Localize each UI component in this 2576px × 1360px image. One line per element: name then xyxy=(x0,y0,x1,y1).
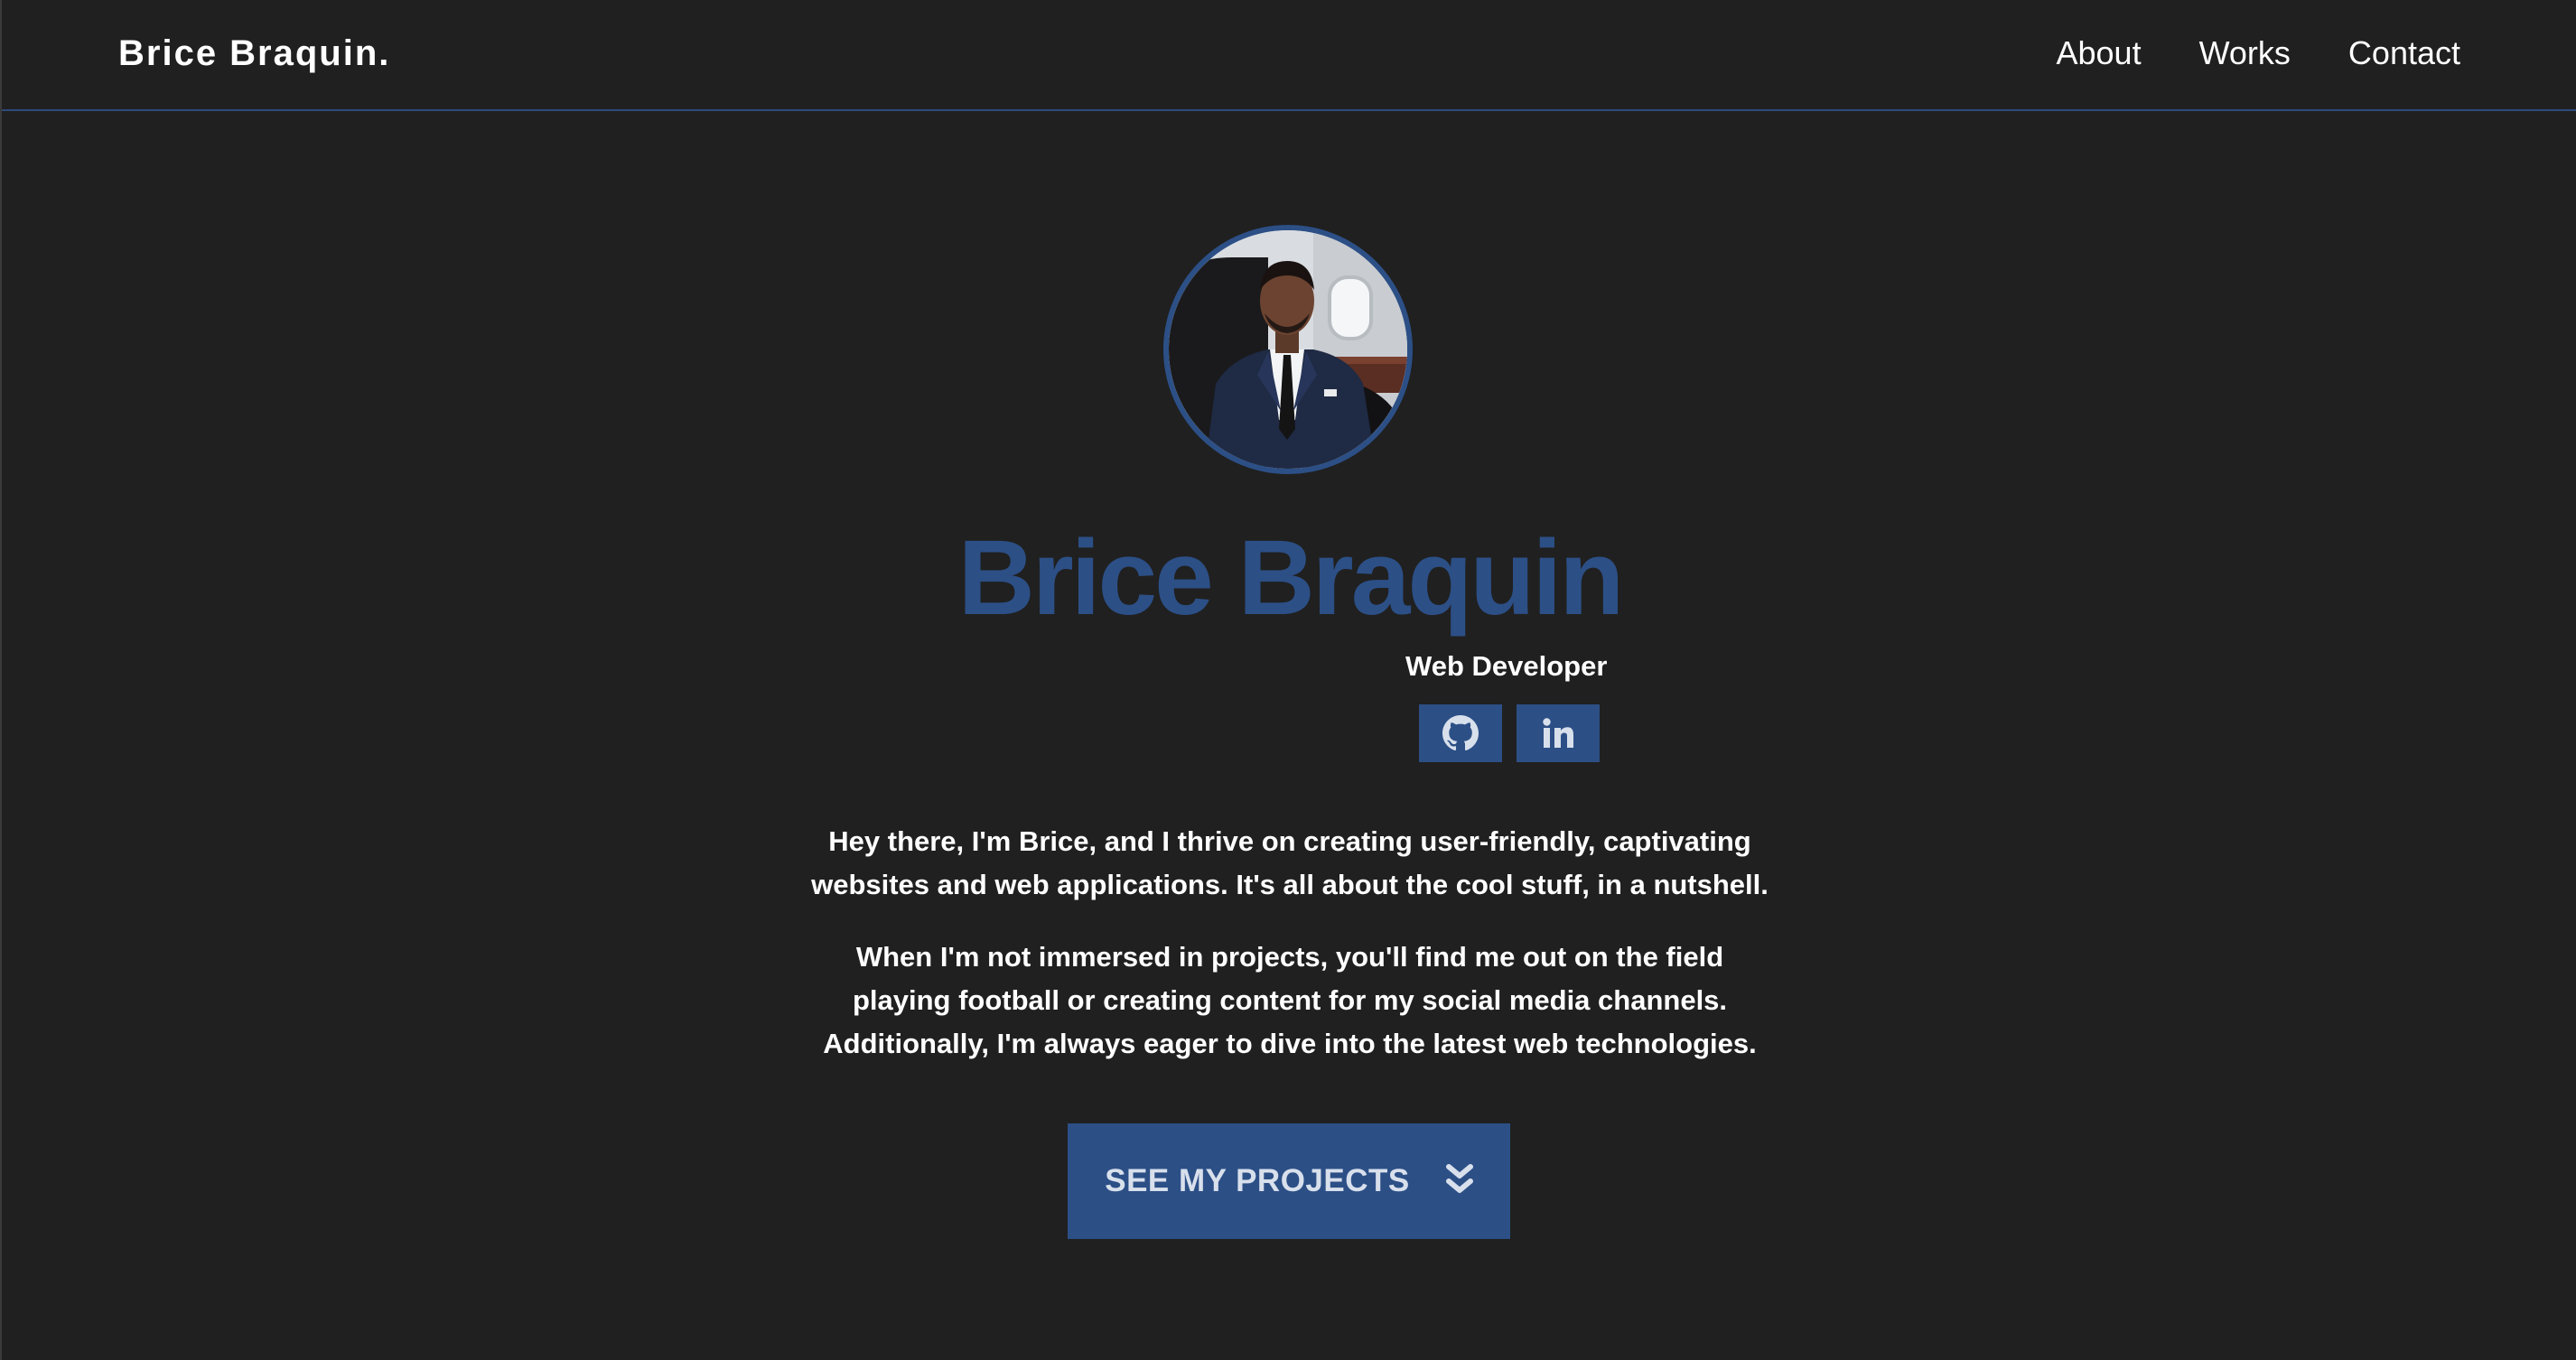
social-links xyxy=(1419,704,1600,762)
bio-line: playing football or creating content for… xyxy=(852,984,1728,1016)
main-nav: About Works Contact xyxy=(2057,34,2461,72)
bio-line: Hey there, I'm Brice, and I thrive on cr… xyxy=(828,825,1751,857)
github-button[interactable] xyxy=(1419,704,1502,762)
nav-works-link[interactable]: Works xyxy=(2199,34,2291,72)
see-projects-label: SEE MY PROJECTS xyxy=(1105,1163,1410,1198)
linkedin-button[interactable] xyxy=(1517,704,1600,762)
bio-line: When I'm not immersed in projects, you'l… xyxy=(855,941,1724,973)
linkedin-icon xyxy=(1543,718,1573,748)
see-projects-button[interactable]: SEE MY PROJECTS xyxy=(1068,1123,1510,1239)
bio-paragraph-2: When I'm not immersed in projects, you'l… xyxy=(2,936,2576,1066)
profile-avatar xyxy=(1163,225,1413,474)
bio-line: Additionally, I'm always eager to dive i… xyxy=(823,1028,1757,1059)
brand-logo[interactable]: Brice Braquin. xyxy=(118,33,390,74)
nav-contact-link[interactable]: Contact xyxy=(2348,34,2460,72)
page: Brice Braquin. About Works Contact Brice… xyxy=(0,0,2576,1360)
role-subtitle: Web Developer xyxy=(1405,650,1608,682)
site-header: Brice Braquin. About Works Contact xyxy=(2,0,2576,111)
bio-line: websites and web applications. It's all … xyxy=(811,869,1769,900)
bio-paragraph-1: Hey there, I'm Brice, and I thrive on cr… xyxy=(2,820,2576,907)
nav-about-link[interactable]: About xyxy=(2057,34,2142,72)
github-icon xyxy=(1442,715,1479,751)
hero-name: Brice Braquin xyxy=(957,518,1625,638)
profile-photo xyxy=(1169,230,1407,469)
double-chevron-down-icon xyxy=(1445,1164,1473,1193)
